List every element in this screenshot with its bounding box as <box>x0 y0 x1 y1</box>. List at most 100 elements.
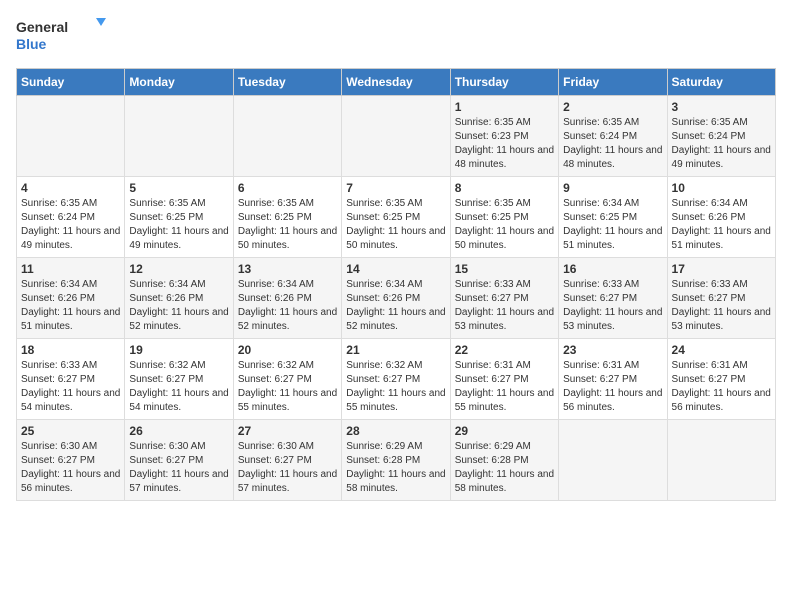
calendar-cell: 27 Sunrise: 6:30 AMSunset: 6:27 PMDayligh… <box>233 420 341 501</box>
day-info: Sunrise: 6:35 AMSunset: 6:24 PMDaylight:… <box>563 116 662 172</box>
day-info: Sunrise: 6:34 AMSunset: 6:26 PMDaylight:… <box>672 197 771 253</box>
day-info: Sunrise: 6:29 AMSunset: 6:28 PMDaylight:… <box>346 440 445 496</box>
calendar-cell: 16Sunrise: 6:33 AMSunset: 6:27 PMDayligh… <box>559 258 667 339</box>
day-info: Sunrise: 6:33 AMSunset: 6:27 PMDaylight:… <box>455 278 554 334</box>
day-number: 29 <box>455 424 554 438</box>
day-info: Sunrise: 6:35 AMSunset: 6:24 PMDaylight:… <box>672 116 771 172</box>
header: General Blue <box>16 16 776 56</box>
day-number: 2 <box>563 100 662 114</box>
calendar-week-1: 4 Sunrise: 6:35 AMSunset: 6:24 PMDaylight… <box>17 177 776 258</box>
day-number: 15 <box>455 262 554 276</box>
day-number: 13 <box>238 262 337 276</box>
calendar-cell: 29 Sunrise: 6:29 AMSunset: 6:28 PMDayligh… <box>450 420 558 501</box>
day-number: 9 <box>563 181 662 195</box>
header-monday: Monday <box>125 69 233 96</box>
day-info: Sunrise: 6:29 AMSunset: 6:28 PMDaylight:… <box>455 440 554 496</box>
calendar-cell: 6 Sunrise: 6:35 AMSunset: 6:25 PMDaylight… <box>233 177 341 258</box>
day-number: 4 <box>21 181 120 195</box>
calendar-cell: 24 Sunrise: 6:31 AMSunset: 6:27 PMDayligh… <box>667 339 775 420</box>
calendar-cell: 2 Sunrise: 6:35 AMSunset: 6:24 PMDaylight… <box>559 96 667 177</box>
day-info: Sunrise: 6:35 AMSunset: 6:24 PMDaylight:… <box>21 197 120 253</box>
logo-svg: General Blue <box>16 16 106 56</box>
day-number: 22 <box>455 343 554 357</box>
calendar-week-4: 25 Sunrise: 6:30 AMSunset: 6:27 PMDayligh… <box>17 420 776 501</box>
day-number: 25 <box>21 424 120 438</box>
day-info: Sunrise: 6:31 AMSunset: 6:27 PMDaylight:… <box>563 359 662 415</box>
day-info: Sunrise: 6:33 AMSunset: 6:27 PMDaylight:… <box>672 278 771 334</box>
day-number: 8 <box>455 181 554 195</box>
calendar-cell <box>667 420 775 501</box>
calendar-cell: 12 Sunrise: 6:34 AMSunset: 6:26 PMDayligh… <box>125 258 233 339</box>
calendar-cell: 5 Sunrise: 6:35 AMSunset: 6:25 PMDaylight… <box>125 177 233 258</box>
logo: General Blue <box>16 16 106 56</box>
day-number: 12 <box>129 262 228 276</box>
calendar-cell: 10 Sunrise: 6:34 AMSunset: 6:26 PMDayligh… <box>667 177 775 258</box>
calendar-cell: 3 Sunrise: 6:35 AMSunset: 6:24 PMDaylight… <box>667 96 775 177</box>
header-friday: Friday <box>559 69 667 96</box>
calendar-cell: 28Sunrise: 6:29 AMSunset: 6:28 PMDayligh… <box>342 420 450 501</box>
calendar-cell: 8 Sunrise: 6:35 AMSunset: 6:25 PMDaylight… <box>450 177 558 258</box>
calendar-cell: 18 Sunrise: 6:33 AMSunset: 6:27 PMDayligh… <box>17 339 125 420</box>
day-info: Sunrise: 6:34 AMSunset: 6:26 PMDaylight:… <box>346 278 445 334</box>
calendar-week-2: 11 Sunrise: 6:34 AMSunset: 6:26 PMDayligh… <box>17 258 776 339</box>
day-info: Sunrise: 6:30 AMSunset: 6:27 PMDaylight:… <box>129 440 228 496</box>
day-info: Sunrise: 6:31 AMSunset: 6:27 PMDaylight:… <box>455 359 554 415</box>
day-info: Sunrise: 6:35 AMSunset: 6:25 PMDaylight:… <box>346 197 445 253</box>
day-info: Sunrise: 6:35 AMSunset: 6:25 PMDaylight:… <box>129 197 228 253</box>
calendar-cell: 4 Sunrise: 6:35 AMSunset: 6:24 PMDaylight… <box>17 177 125 258</box>
day-number: 5 <box>129 181 228 195</box>
calendar-cell <box>125 96 233 177</box>
calendar-cell: 17Sunrise: 6:33 AMSunset: 6:27 PMDayligh… <box>667 258 775 339</box>
calendar-week-3: 18 Sunrise: 6:33 AMSunset: 6:27 PMDayligh… <box>17 339 776 420</box>
day-info: Sunrise: 6:34 AMSunset: 6:26 PMDaylight:… <box>129 278 228 334</box>
day-info: Sunrise: 6:32 AMSunset: 6:27 PMDaylight:… <box>238 359 337 415</box>
calendar-cell: 7 Sunrise: 6:35 AMSunset: 6:25 PMDaylight… <box>342 177 450 258</box>
day-number: 6 <box>238 181 337 195</box>
calendar-cell: 23 Sunrise: 6:31 AMSunset: 6:27 PMDayligh… <box>559 339 667 420</box>
day-number: 1 <box>455 100 554 114</box>
calendar-cell: 13 Sunrise: 6:34 AMSunset: 6:26 PMDayligh… <box>233 258 341 339</box>
day-info: Sunrise: 6:32 AMSunset: 6:27 PMDaylight:… <box>346 359 445 415</box>
day-info: Sunrise: 6:32 AMSunset: 6:27 PMDaylight:… <box>129 359 228 415</box>
day-info: Sunrise: 6:33 AMSunset: 6:27 PMDaylight:… <box>21 359 120 415</box>
day-number: 7 <box>346 181 445 195</box>
day-number: 10 <box>672 181 771 195</box>
calendar-cell: 19 Sunrise: 6:32 AMSunset: 6:27 PMDayligh… <box>125 339 233 420</box>
svg-text:General: General <box>16 19 68 35</box>
calendar-cell <box>233 96 341 177</box>
calendar-week-0: 1Sunrise: 6:35 AMSunset: 6:23 PMDaylight… <box>17 96 776 177</box>
day-number: 20 <box>238 343 337 357</box>
day-number: 14 <box>346 262 445 276</box>
day-number: 21 <box>346 343 445 357</box>
day-number: 19 <box>129 343 228 357</box>
day-info: Sunrise: 6:35 AMSunset: 6:25 PMDaylight:… <box>238 197 337 253</box>
day-info: Sunrise: 6:33 AMSunset: 6:27 PMDaylight:… <box>563 278 662 334</box>
header-wednesday: Wednesday <box>342 69 450 96</box>
day-number: 24 <box>672 343 771 357</box>
calendar-cell <box>17 96 125 177</box>
day-number: 18 <box>21 343 120 357</box>
day-number: 23 <box>563 343 662 357</box>
day-info: Sunrise: 6:34 AMSunset: 6:26 PMDaylight:… <box>21 278 120 334</box>
calendar-cell: 15 Sunrise: 6:33 AMSunset: 6:27 PMDayligh… <box>450 258 558 339</box>
calendar-table: SundayMondayTuesdayWednesdayThursdayFrid… <box>16 68 776 501</box>
header-saturday: Saturday <box>667 69 775 96</box>
day-info: Sunrise: 6:34 AMSunset: 6:26 PMDaylight:… <box>238 278 337 334</box>
calendar-cell: 9 Sunrise: 6:34 AMSunset: 6:25 PMDaylight… <box>559 177 667 258</box>
day-number: 26 <box>129 424 228 438</box>
calendar-cell: 11 Sunrise: 6:34 AMSunset: 6:26 PMDayligh… <box>17 258 125 339</box>
calendar-cell <box>342 96 450 177</box>
day-info: Sunrise: 6:31 AMSunset: 6:27 PMDaylight:… <box>672 359 771 415</box>
day-info: Sunrise: 6:30 AMSunset: 6:27 PMDaylight:… <box>238 440 337 496</box>
calendar-cell <box>559 420 667 501</box>
calendar-cell: 14 Sunrise: 6:34 AMSunset: 6:26 PMDayligh… <box>342 258 450 339</box>
day-number: 3 <box>672 100 771 114</box>
day-number: 27 <box>238 424 337 438</box>
header-tuesday: Tuesday <box>233 69 341 96</box>
day-info: Sunrise: 6:34 AMSunset: 6:25 PMDaylight:… <box>563 197 662 253</box>
calendar-cell: 1Sunrise: 6:35 AMSunset: 6:23 PMDaylight… <box>450 96 558 177</box>
day-info: Sunrise: 6:35 AMSunset: 6:25 PMDaylight:… <box>455 197 554 253</box>
day-number: 11 <box>21 262 120 276</box>
day-info: Sunrise: 6:30 AMSunset: 6:27 PMDaylight:… <box>21 440 120 496</box>
svg-text:Blue: Blue <box>16 36 47 52</box>
